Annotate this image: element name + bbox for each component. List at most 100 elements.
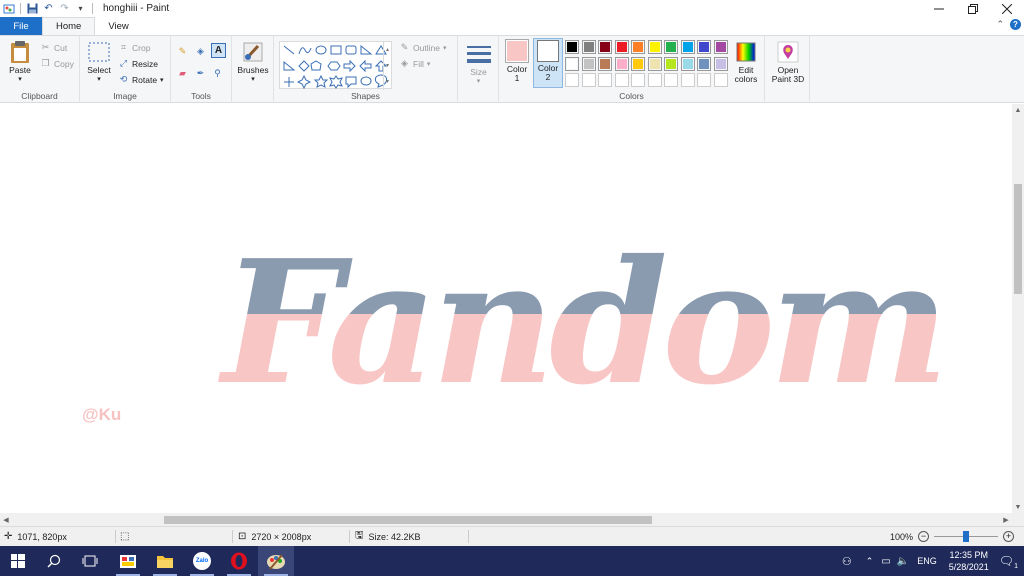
scroll-left-icon[interactable]: ◀	[0, 513, 12, 526]
fill-button[interactable]: ◈ Fill ▾	[399, 58, 430, 69]
crop-button[interactable]: ⌗ Crop	[118, 42, 150, 53]
open-paint3d-button[interactable]: Open Paint 3D	[768, 40, 808, 84]
outline-button[interactable]: ✎ Outline ▾	[399, 42, 447, 53]
palette-swatch[interactable]	[565, 56, 579, 71]
palette-swatch[interactable]	[664, 40, 678, 54]
custom-color-slot[interactable]	[614, 73, 629, 87]
custom-color-slot[interactable]	[565, 73, 579, 87]
palette-swatch[interactable]	[598, 56, 612, 71]
scroll-down-icon[interactable]: ▼	[1012, 501, 1024, 513]
palette-swatch[interactable]	[680, 56, 695, 71]
custom-color-slot[interactable]	[647, 73, 662, 87]
paste-dropdown-icon[interactable]: ▾	[18, 75, 22, 84]
brushes-dropdown-icon[interactable]: ▾	[251, 75, 255, 84]
tab-view[interactable]: View	[95, 17, 141, 35]
zoom-slider[interactable]	[934, 531, 999, 542]
taskbar-app-explorer[interactable]	[147, 546, 183, 576]
scroll-right-icon[interactable]: ▶	[1000, 513, 1012, 526]
fill-tool[interactable]: ◈	[195, 46, 206, 57]
shapes-scroll[interactable]: ▴ ▾ ▾	[383, 42, 391, 90]
palette-swatch[interactable]	[713, 56, 728, 71]
palette-swatch[interactable]	[614, 56, 629, 71]
clock[interactable]: 12:35 PM 5/28/2021	[949, 549, 989, 573]
drawing-canvas[interactable]: Fandom Fandom @Ku	[0, 104, 1012, 513]
palette-swatch[interactable]	[631, 40, 645, 54]
horizontal-scroll-thumb[interactable]	[164, 516, 652, 524]
zoom-in-icon[interactable]: +	[1003, 531, 1015, 542]
custom-color-slot[interactable]	[664, 73, 678, 87]
rotate-button[interactable]: ⟲ Rotate ▾	[118, 74, 164, 85]
restore-icon[interactable]	[956, 0, 990, 17]
start-button[interactable]	[0, 546, 36, 576]
task-view-button[interactable]	[72, 546, 108, 576]
size-button[interactable]: Size ▾	[462, 42, 495, 86]
color2-button[interactable]: Color 2	[533, 38, 563, 88]
minimize-icon[interactable]	[922, 0, 956, 17]
paint-app-icon[interactable]	[2, 2, 15, 15]
customize-quick-access-icon[interactable]: ▾	[74, 2, 87, 15]
palette-swatch[interactable]	[647, 56, 662, 71]
taskbar-app-paint[interactable]	[258, 546, 294, 576]
custom-color-slot[interactable]	[581, 73, 596, 87]
cut-button[interactable]: ✂ Cut	[40, 42, 68, 53]
custom-color-slot[interactable]	[680, 73, 695, 87]
edit-colors-button[interactable]: Edit colors	[731, 40, 761, 84]
rotate-dropdown-icon[interactable]: ▾	[160, 76, 164, 84]
pencil-tool[interactable]: ✎	[177, 46, 188, 57]
copy-button[interactable]: ❐ Copy	[40, 58, 73, 69]
palette-swatch[interactable]	[581, 56, 596, 71]
brushes-button[interactable]: Brushes ▾	[235, 40, 271, 84]
paste-button[interactable]: Paste ▾	[6, 40, 34, 84]
horizontal-scrollbar[interactable]: ◀ ▶	[0, 513, 1012, 526]
resize-button[interactable]: ⤢ Resize	[118, 58, 158, 69]
close-icon[interactable]	[990, 0, 1024, 17]
people-icon[interactable]: ⚇	[842, 555, 852, 568]
select-button[interactable]: Select ▾	[85, 40, 113, 84]
magnifier-tool[interactable]: ⚲	[212, 68, 223, 79]
vertical-scrollbar[interactable]: ▲ ▼	[1012, 104, 1024, 513]
scroll-up-icon[interactable]: ▲	[1012, 104, 1024, 116]
palette-swatch[interactable]	[581, 40, 596, 54]
redo-icon[interactable]: ↷	[58, 2, 71, 15]
tab-home[interactable]: Home	[42, 17, 96, 35]
palette-swatch[interactable]	[664, 56, 678, 71]
collapse-ribbon-icon[interactable]: ⌃	[996, 19, 1004, 30]
palette-swatch[interactable]	[697, 40, 711, 54]
notification-icon[interactable]: 🗨 1	[999, 554, 1018, 570]
palette-swatch[interactable]	[680, 40, 695, 54]
palette-swatch[interactable]	[598, 40, 612, 54]
battery-icon[interactable]: ▭	[881, 556, 890, 567]
zoom-out-icon[interactable]: −	[918, 531, 930, 542]
zoom-slider-thumb[interactable]	[963, 531, 970, 542]
taskbar-app-gallery[interactable]	[110, 546, 146, 576]
palette-swatch[interactable]	[713, 40, 728, 54]
volume-icon[interactable]: 🔈	[897, 556, 909, 567]
palette-swatch[interactable]	[565, 40, 579, 54]
taskbar-app-zalo[interactable]: Zalo	[184, 546, 220, 576]
palette-swatch[interactable]	[631, 56, 645, 71]
tab-file[interactable]: File	[0, 17, 42, 35]
custom-color-slot[interactable]	[598, 73, 612, 87]
taskbar: Zalo ⚇ ⌃ ▭ 🔈 ENG 12:35 PM 5/28/2021 🗨 1	[0, 546, 1024, 576]
help-icon[interactable]: ?	[1010, 19, 1021, 30]
select-dropdown-icon[interactable]: ▾	[97, 75, 101, 84]
palette-swatch[interactable]	[647, 40, 662, 54]
color1-button[interactable]: Color 1	[502, 39, 532, 83]
taskbar-app-opera[interactable]	[221, 546, 257, 576]
palette-swatch[interactable]	[697, 56, 711, 71]
canvas-area[interactable]: Fandom Fandom @Ku	[0, 104, 1012, 513]
text-tool[interactable]: A	[211, 43, 226, 58]
vertical-scroll-thumb[interactable]	[1014, 184, 1022, 294]
palette-swatch[interactable]	[614, 40, 629, 54]
undo-icon[interactable]: ↶	[42, 2, 55, 15]
custom-color-slot[interactable]	[631, 73, 645, 87]
show-hidden-icons[interactable]: ⌃	[866, 556, 874, 567]
shapes-gallery-icons[interactable]	[280, 42, 393, 90]
eraser-tool[interactable]: ▰	[177, 68, 188, 79]
custom-color-slot[interactable]	[697, 73, 711, 87]
input-language[interactable]: ENG	[917, 556, 937, 566]
search-button[interactable]	[36, 546, 72, 576]
custom-color-slot[interactable]	[713, 73, 728, 87]
color-picker-tool[interactable]: ✒	[195, 68, 206, 79]
save-icon[interactable]	[26, 2, 39, 15]
